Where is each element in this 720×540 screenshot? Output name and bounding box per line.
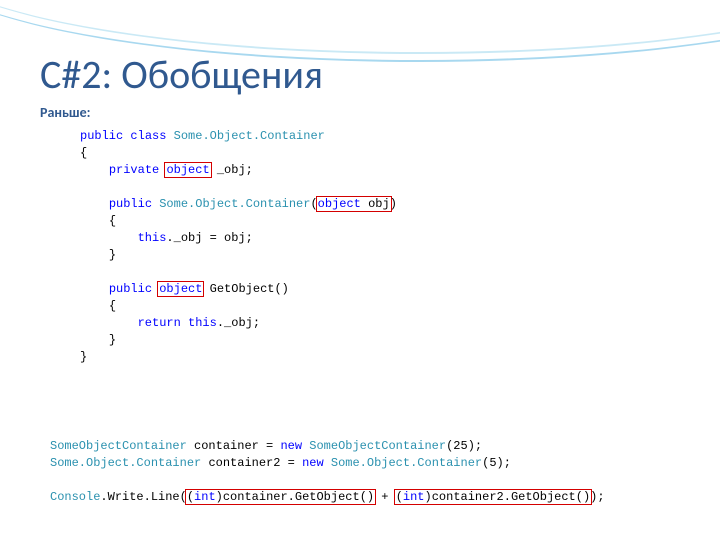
- kw-class: class: [130, 129, 166, 143]
- kw-new: new: [302, 456, 324, 470]
- highlight-cast-1: (int)container.GetObject(): [185, 489, 376, 505]
- highlight-object-param: object obj: [316, 196, 392, 212]
- highlight-object-field: object: [164, 162, 211, 178]
- kw-new: new: [280, 439, 302, 453]
- slide-title: C#2: Обобщения: [40, 50, 323, 99]
- field-obj: _obj: [217, 163, 246, 177]
- type-container: SomeObjectContainer: [50, 439, 187, 453]
- brace: {: [80, 146, 87, 160]
- brace: }: [109, 248, 116, 262]
- brace: }: [109, 333, 116, 347]
- decorative-swoosh: [0, 0, 720, 54]
- kw-private: private: [109, 163, 159, 177]
- code-block-class: public class Some.Object.Container { pri…: [80, 128, 397, 366]
- kw-public: public: [109, 197, 152, 211]
- kw-return: return: [138, 316, 181, 330]
- slide-subtitle: Раньше:: [40, 104, 91, 121]
- kw-this: this: [138, 231, 167, 245]
- kw-public: public: [80, 129, 123, 143]
- var-container: container: [194, 439, 259, 453]
- var-container2: container2: [208, 456, 280, 470]
- kw-this: this: [188, 316, 217, 330]
- return-stmt: ._obj;: [217, 316, 260, 330]
- type-container: Some.Object.Container: [50, 456, 201, 470]
- highlight-cast-2: (int)container2.GetObject(): [394, 489, 592, 505]
- type-container2: Some.Object.Container: [159, 197, 310, 211]
- brace: }: [80, 350, 87, 364]
- assign-stmt: ._obj = obj;: [166, 231, 252, 245]
- method-getobject: GetObject: [210, 282, 275, 296]
- plus-op: +: [374, 490, 396, 504]
- brace: {: [109, 214, 116, 228]
- kw-public: public: [109, 282, 152, 296]
- type-container: Some.Object.Container: [174, 129, 325, 143]
- type-console: Console: [50, 490, 100, 504]
- brace: {: [109, 299, 116, 313]
- code-block-usage: SomeObjectContainer container = new Some…: [50, 438, 605, 506]
- method-writeline: Write.Line: [108, 490, 180, 504]
- highlight-object-return: object: [157, 281, 204, 297]
